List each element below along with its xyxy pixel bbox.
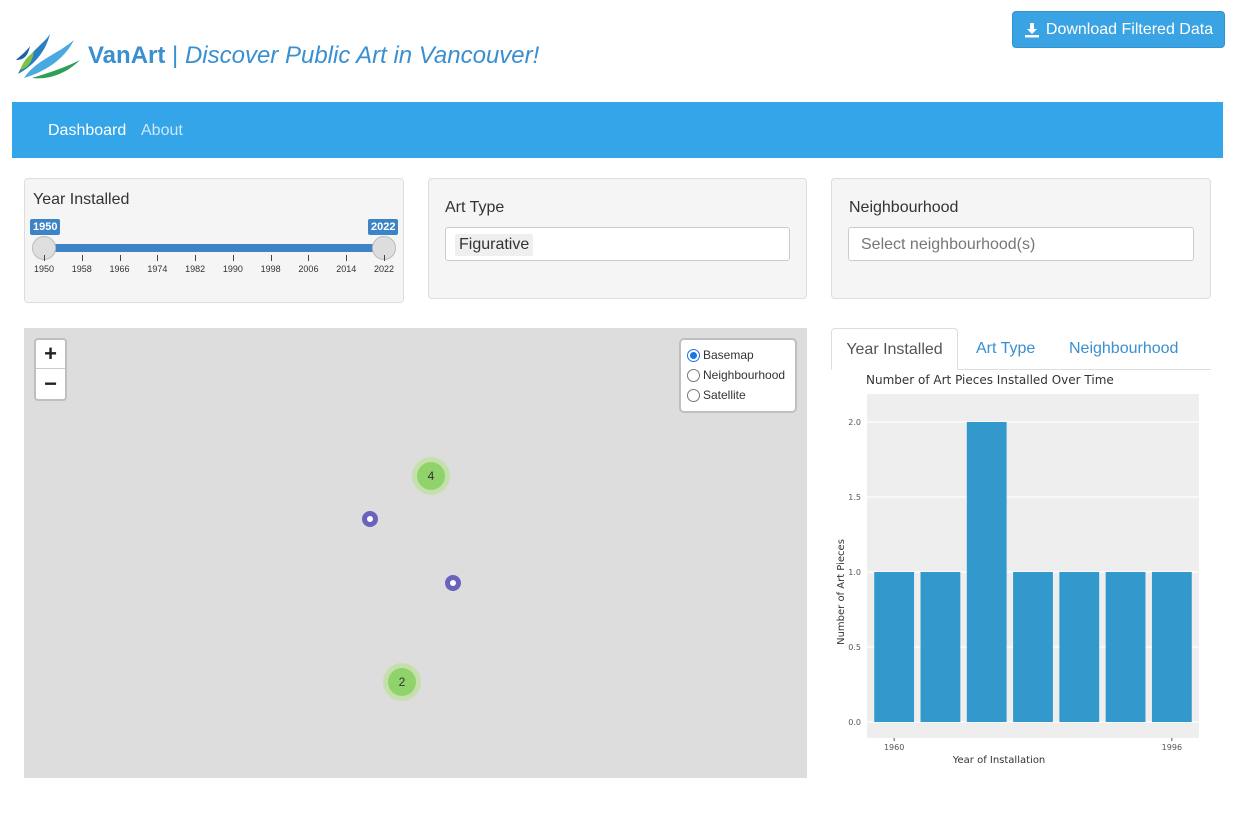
x-tick-label: 1996 — [1162, 743, 1182, 752]
bar — [874, 572, 915, 722]
layer-label-basemap: Basemap — [703, 348, 754, 362]
year-slider-tick-label: 1974 — [147, 264, 168, 274]
bar — [1059, 572, 1100, 722]
satellite-radio[interactable] — [687, 388, 700, 402]
neighbourhood-radio[interactable] — [687, 368, 700, 382]
bar — [1105, 572, 1146, 722]
neighbourhood-filter-panel: Neighbourhood Select neighbourhood(s) — [831, 178, 1211, 299]
layer-option-basemap[interactable]: Basemap — [687, 348, 754, 362]
download-filtered-data-button[interactable]: Download Filtered Data — [1012, 11, 1225, 48]
art-location-marker[interactable] — [362, 511, 378, 527]
year-slider-tick-label: 2022 — [373, 264, 395, 274]
year-slider-tick — [346, 255, 348, 261]
bar — [1151, 572, 1192, 722]
tab-art-type[interactable]: Art Type — [976, 328, 1035, 370]
x-tick-label: 1960 — [884, 743, 904, 752]
bar — [1013, 572, 1053, 722]
art-map[interactable]: + − Basemap Neighbourhood Satellite 4 2 — [24, 328, 807, 778]
year-slider-tick-label: 1990 — [222, 264, 243, 274]
app-tagline: Discover Public Art in Vancouver! — [184, 42, 540, 69]
vanart-leaf-logo-icon — [16, 34, 80, 79]
download-icon — [1024, 22, 1039, 37]
layer-label-neighbourhood: Neighbourhood — [703, 368, 786, 382]
year-slider-tick-label: 1998 — [260, 264, 281, 274]
year-slider-tick — [119, 255, 121, 261]
year-slider-tick-label: 1950 — [33, 264, 55, 274]
y-tick-label: 0.0 — [848, 718, 861, 727]
bar — [966, 422, 1007, 722]
nav-item-about[interactable]: About — [141, 122, 183, 140]
map-cluster-marker[interactable]: 4 — [412, 457, 450, 495]
year-slider-tick — [195, 255, 197, 261]
y-tick-label: 1.0 — [848, 568, 861, 577]
art-type-selected-chip[interactable]: Figurative — [455, 234, 534, 256]
x-axis-label: Year of Installation — [952, 755, 1046, 766]
year-slider-tick — [232, 255, 234, 261]
layer-option-neighbourhood[interactable]: Neighbourhood — [687, 368, 785, 382]
app-title: VanArt | Discover Public Art in Vancouve… — [88, 42, 539, 70]
tab-neighbourhood[interactable]: Neighbourhood — [1069, 328, 1178, 370]
chart-title: Number of Art Pieces Installed Over Time — [866, 373, 1114, 387]
y-tick-label: 1.5 — [848, 493, 861, 502]
art-type-filter-label: Art Type — [445, 199, 505, 216]
cluster-count: 4 — [417, 462, 445, 490]
year-slider-tick-label: 2006 — [298, 264, 319, 274]
year-slider-tick — [308, 255, 310, 261]
year-slider-tick — [157, 255, 159, 261]
y-axis-label: Number of Art Pieces — [836, 539, 847, 645]
layer-option-satellite[interactable]: Satellite — [687, 388, 746, 402]
nav-item-dashboard[interactable]: Dashboard — [48, 122, 126, 140]
year-installed-bar-chart: 0.0 0.5 1.0 1.5 2.0 1960 1996 Number of Art Pie… — [836, 373, 1199, 766]
year-slider-track[interactable] — [44, 244, 384, 252]
app-brand: VanArt — [88, 42, 166, 69]
year-slider-max-value: 2022 — [368, 219, 399, 235]
art-location-marker[interactable] — [445, 575, 461, 591]
year-slider-tick-label: 1958 — [71, 264, 92, 274]
y-tick-label: 0.5 — [848, 643, 861, 652]
year-slider-tick-label: 1982 — [185, 264, 206, 274]
year-filter-panel: Year Installed 1950 2022 1950 1958 1966 197… — [24, 178, 404, 303]
year-slider-tick-label: 1966 — [109, 264, 130, 274]
year-slider-tick — [270, 255, 272, 261]
year-slider-tick — [81, 255, 83, 261]
cluster-count: 2 — [388, 668, 416, 696]
chart-tabs: Year Installed Art Type Neighbourhood — [831, 328, 1211, 370]
map-zoom-control: + − — [34, 338, 67, 401]
art-type-filter-panel: Art Type Figurative — [428, 178, 807, 299]
zoom-in-button[interactable]: + — [36, 340, 65, 369]
neighbourhood-select-placeholder: Select neighbourhood(s) — [861, 236, 1036, 253]
zoom-out-button[interactable]: − — [36, 370, 65, 399]
y-tick-label: 2.0 — [848, 418, 861, 427]
main-navbar: Dashboard About — [12, 102, 1223, 158]
tab-year-installed[interactable]: Year Installed — [831, 328, 958, 370]
year-filter-label: Year Installed — [33, 191, 130, 208]
download-button-label: Download Filtered Data — [1045, 20, 1214, 38]
map-layer-control: Basemap Neighbourhood Satellite — [679, 338, 797, 413]
year-slider-tick — [384, 255, 385, 261]
neighbourhood-filter-label: Neighbourhood — [849, 199, 959, 216]
basemap-radio[interactable] — [687, 348, 700, 362]
app-header: VanArt | Discover Public Art in Vancouve… — [0, 0, 1235, 102]
neighbourhood-select[interactable]: Select neighbourhood(s) — [848, 227, 1194, 261]
title-separator: | — [165, 42, 185, 69]
map-cluster-marker[interactable]: 2 — [383, 663, 421, 701]
layer-label-satellite: Satellite — [703, 388, 746, 402]
art-type-select[interactable]: Figurative — [445, 227, 790, 261]
bar — [920, 572, 961, 722]
year-slider-tick — [44, 255, 45, 261]
year-slider-tick-label: 2014 — [336, 264, 357, 274]
year-slider-min-value: 1950 — [30, 219, 61, 235]
